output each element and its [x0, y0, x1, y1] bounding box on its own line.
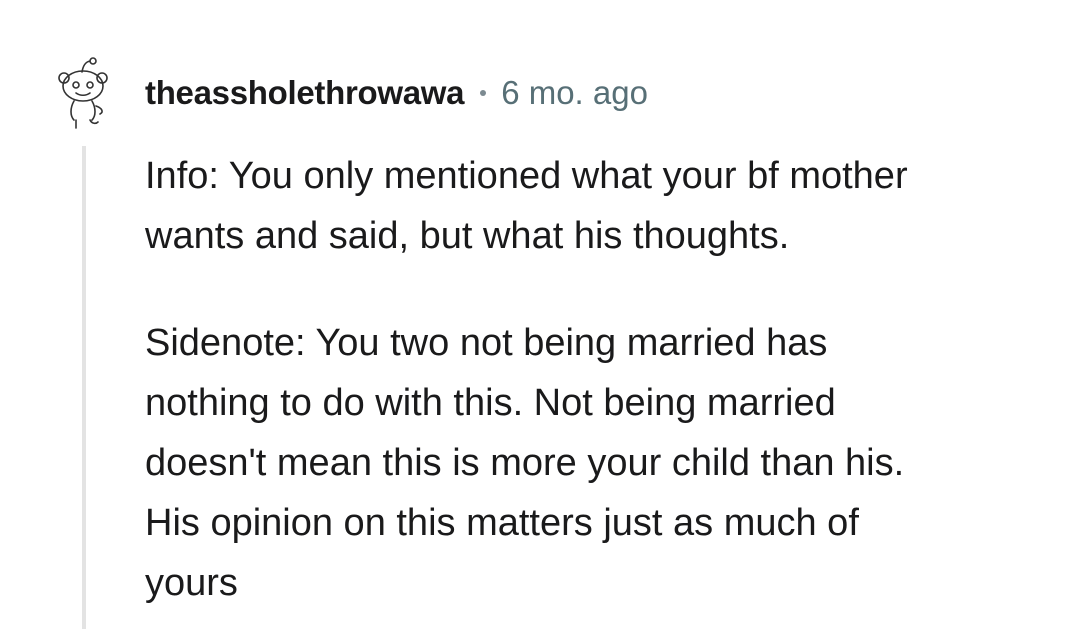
comment-paragraph: Info: You only mentioned what your bf mo…: [145, 155, 908, 257]
comment-paragraph: Sidenote: You two not being married has …: [145, 322, 905, 604]
snoo-avatar-icon: [58, 57, 108, 129]
comment: theassholethrowawa 6 mo. ago Info: You o…: [0, 0, 1080, 629]
thread-collapse-line[interactable]: [82, 146, 86, 629]
separator-dot-icon: [480, 90, 487, 96]
timestamp[interactable]: 6 mo. ago: [501, 74, 648, 112]
username[interactable]: theassholethrowawa: [145, 74, 464, 112]
avatar[interactable]: [52, 56, 116, 132]
comment-body: Info: You only mentioned what your bf mo…: [145, 146, 1045, 613]
comment-header: theassholethrowawa 6 mo. ago: [145, 71, 648, 115]
